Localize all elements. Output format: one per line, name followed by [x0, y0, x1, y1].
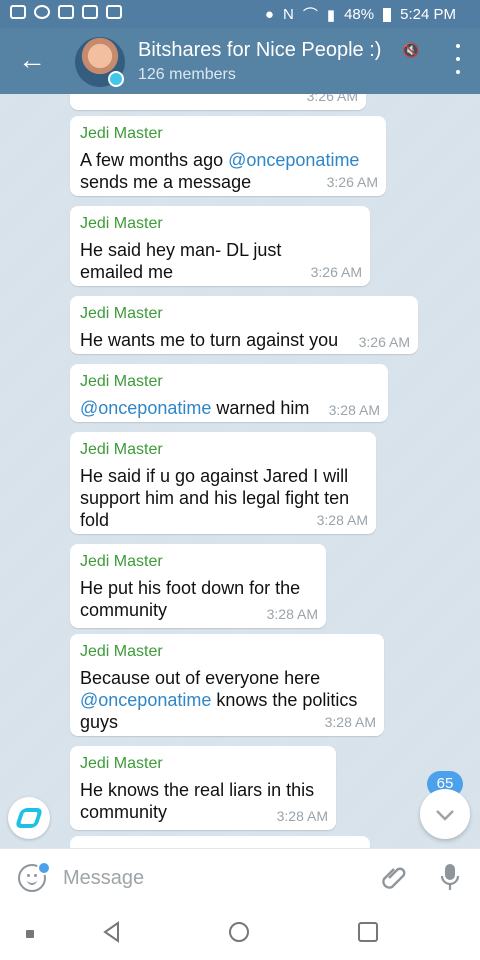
more-menu-icon[interactable] [454, 44, 462, 74]
message-time: 3:28 AM [328, 402, 380, 418]
cast-icon [58, 5, 74, 19]
message-time: 3:26 AM [358, 334, 410, 350]
nav-back-icon[interactable] [102, 921, 122, 943]
battery-percent: 48% [344, 6, 375, 23]
mute-icon: 🔇 [402, 42, 420, 58]
message-bubble[interactable]: Jedi Master He wants me to turn against … [70, 296, 418, 354]
nfc-icon: N [282, 6, 294, 23]
message-bubble-partial[interactable]: 3:26 AM [70, 94, 366, 110]
chevron-down-icon [436, 810, 454, 821]
phone-icon [34, 5, 50, 19]
signal-icon: ▮ [326, 6, 336, 24]
notification-icons [10, 5, 122, 19]
message-bubble[interactable]: Jedi Master A few months ago @onceponati… [70, 116, 386, 196]
nav-dot-icon[interactable] [26, 930, 34, 938]
back-arrow-icon[interactable]: ← [18, 46, 46, 74]
image-icon [82, 5, 98, 19]
message-time: 3:28 AM [324, 714, 376, 730]
avatar-badge [108, 71, 124, 87]
message-list[interactable]: 3:26 AM Jedi Master A few months ago @on… [0, 94, 480, 848]
attach-icon[interactable] [380, 863, 408, 891]
message-time: 3:28 AM [276, 808, 328, 824]
mention-link[interactable]: @onceponatime [228, 150, 359, 170]
message-composer [0, 848, 480, 905]
message-bubble[interactable]: Jedi Master @onceponatime warned him 3:2… [70, 364, 388, 422]
sender-name: Jedi Master [80, 553, 163, 570]
mention-link[interactable]: @onceponatime [80, 398, 211, 418]
message-bubble[interactable]: Jedi Master He said if u go against Jare… [70, 432, 376, 534]
message-input[interactable] [61, 861, 365, 895]
sender-name: Jedi Master [80, 373, 163, 390]
message-time: 3:26 AM [306, 94, 358, 104]
message-icon [10, 5, 26, 19]
app-brand-icon[interactable] [8, 797, 50, 839]
battery-icon [383, 7, 392, 22]
nav-home-icon[interactable] [229, 922, 249, 942]
sender-name: Jedi Master [80, 305, 163, 322]
member-count: 126 members [138, 66, 236, 83]
message-bubble[interactable]: Jedi Master He said hey man- DL just ema… [70, 206, 370, 286]
sender-name: Jedi Master [80, 441, 163, 458]
mention-link[interactable]: @onceponatime [80, 690, 211, 710]
chat-header: ← Bitshares for Nice People :) 🔇 126 mem… [0, 28, 480, 94]
nav-recents-icon[interactable] [358, 922, 378, 942]
sender-name: Jedi Master [80, 215, 163, 232]
message-bubble[interactable]: Jedi Master Because out of everyone here… [70, 634, 384, 736]
location-icon: ● [264, 6, 274, 23]
sender-name: Jedi Master [80, 643, 163, 660]
emoji-notification-dot [37, 861, 51, 875]
android-nav-bar [0, 904, 480, 960]
message-time: 3:28 AM [316, 512, 368, 528]
activity-icon [106, 5, 122, 19]
microphone-icon[interactable] [438, 862, 462, 892]
wifi-icon: ⌒ [302, 7, 318, 24]
message-bubble-partial[interactable] [70, 836, 370, 848]
message-bubble[interactable]: Jedi Master He knows the real liars in t… [70, 746, 336, 830]
sender-name: Jedi Master [80, 125, 163, 142]
status-bar: ● N ⌒ ▮ 48% 5:24 PM [0, 0, 480, 28]
clock: 5:24 PM [400, 6, 456, 23]
sender-name: Jedi Master [80, 755, 163, 772]
message-bubble[interactable]: Jedi Master He put his foot down for the… [70, 544, 326, 628]
chat-title[interactable]: Bitshares for Nice People :) [138, 39, 381, 62]
message-time: 3:28 AM [266, 606, 318, 622]
message-time: 3:26 AM [310, 264, 362, 280]
message-time: 3:26 AM [326, 174, 378, 190]
scroll-down-button[interactable] [420, 789, 470, 839]
